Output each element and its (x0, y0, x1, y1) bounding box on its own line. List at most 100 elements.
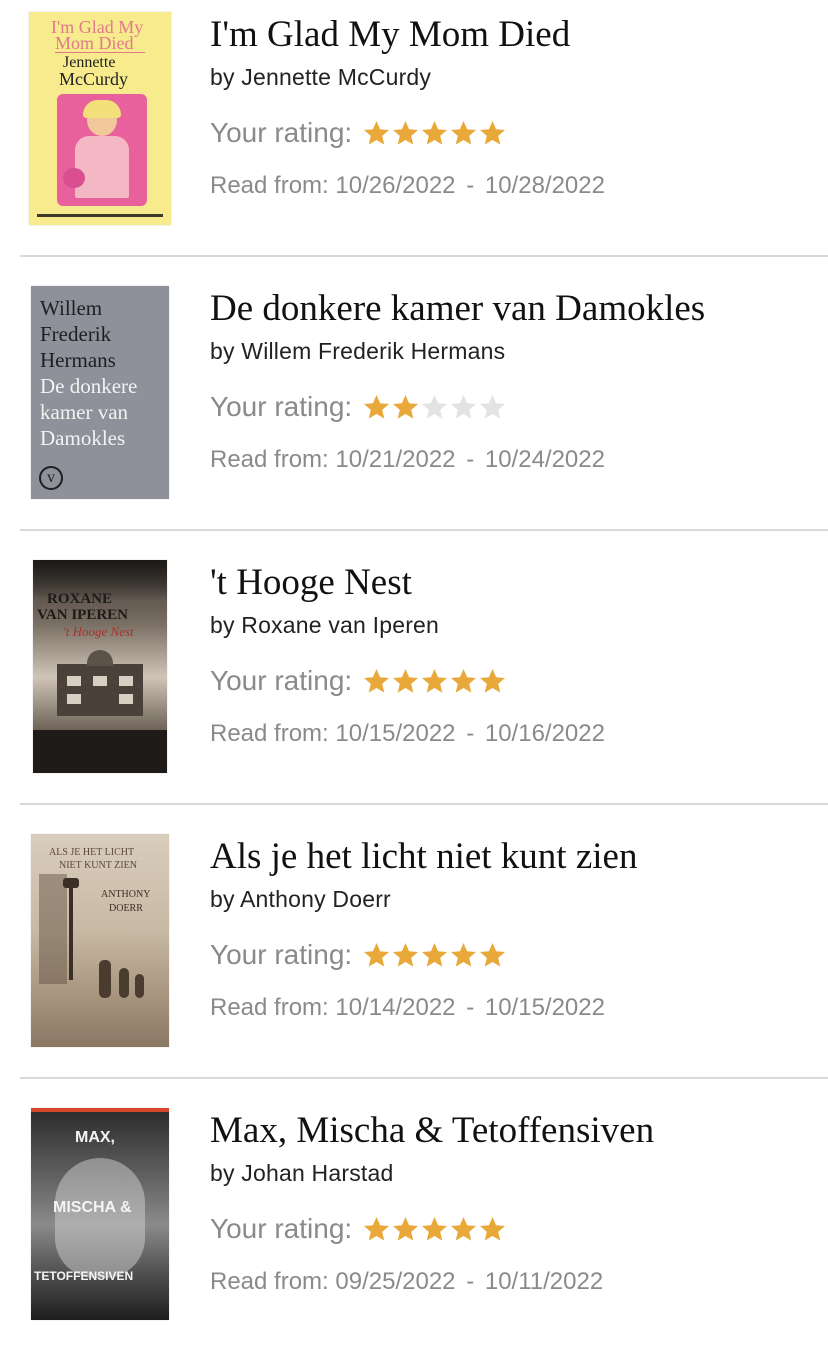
rating-row: Your rating: (210, 393, 507, 421)
read-end-date: 10/11/2022 (484, 1268, 604, 1295)
book-row[interactable]: ROXANE VAN IPEREN 't Hooge Nest 't Hooge… (0, 548, 828, 822)
rating-label: Your rating: (210, 665, 353, 696)
star-filled-icon[interactable] (478, 1215, 507, 1243)
star-filled-icon[interactable] (449, 941, 478, 969)
star-filled-icon[interactable] (449, 1215, 478, 1243)
rating-row: Your rating: (210, 119, 507, 147)
star-filled-icon[interactable] (362, 119, 391, 147)
cover-author-text: ANTHONY (101, 889, 151, 900)
cover-author-text: McCurdy (59, 69, 128, 89)
star-filled-icon[interactable] (391, 119, 420, 147)
star-filled-icon[interactable] (362, 667, 391, 695)
rating-row: Your rating: (210, 667, 507, 695)
rating-label: Your rating: (210, 117, 353, 148)
star-empty-icon[interactable] (420, 393, 449, 421)
read-dates: Read from: 10/21/2022 - 10/24/2022 (210, 448, 605, 472)
book-cover[interactable]: ALS JE HET LICHT NIET KUNT ZIEN ANTHONY … (31, 834, 169, 1047)
read-start-date: 09/25/2022 (335, 1268, 456, 1295)
cover-author-text: Frederik (40, 322, 112, 346)
date-separator: - (466, 172, 475, 199)
book-row[interactable]: MAX, MISCHA & TETOFFENSIVEN Max, Mischa … (0, 1096, 828, 1370)
read-dates: Read from: 10/14/2022 - 10/15/2022 (210, 996, 605, 1020)
read-end-date: 10/15/2022 (484, 994, 605, 1021)
star-filled-icon[interactable] (391, 667, 420, 695)
cover-house (57, 650, 143, 716)
book-author[interactable]: by Johan Harstad (210, 1162, 393, 1185)
star-filled-icon[interactable] (362, 1215, 391, 1243)
star-filled-icon[interactable] (391, 393, 420, 421)
rating-label: Your rating: (210, 1213, 353, 1244)
rating-row: Your rating: (210, 941, 507, 969)
date-separator: - (466, 720, 475, 747)
star-rating[interactable] (362, 667, 507, 695)
read-dates: Read from: 10/15/2022 - 10/16/2022 (210, 722, 605, 746)
read-label: Read from: (210, 446, 329, 473)
star-filled-icon[interactable] (362, 393, 391, 421)
read-label: Read from: (210, 720, 329, 747)
book-cover[interactable]: I'm Glad My Mom Died Jennette McCurdy (29, 12, 171, 225)
star-filled-icon[interactable] (478, 119, 507, 147)
star-filled-icon[interactable] (420, 1215, 449, 1243)
book-title[interactable]: Max, Mischa & Tetoffensiven (210, 1112, 654, 1149)
read-start-date: 10/21/2022 (335, 446, 456, 473)
star-filled-icon[interactable] (420, 119, 449, 147)
book-row[interactable]: ALS JE HET LICHT NIET KUNT ZIEN ANTHONY … (0, 822, 828, 1096)
book-author[interactable]: by Willem Frederik Hermans (210, 340, 505, 363)
divider (20, 1077, 828, 1079)
book-author[interactable]: by Jennette McCurdy (210, 66, 431, 89)
star-empty-icon[interactable] (478, 393, 507, 421)
book-row[interactable]: Willem Frederik Hermans De donkere kamer… (0, 274, 828, 548)
star-empty-icon[interactable] (449, 393, 478, 421)
date-separator: - (466, 1268, 475, 1295)
book-cover[interactable]: Willem Frederik Hermans De donkere kamer… (31, 286, 169, 499)
cover-title-text: Mom Died (55, 33, 134, 53)
star-filled-icon[interactable] (362, 941, 391, 969)
star-rating[interactable] (362, 393, 507, 421)
read-start-date: 10/15/2022 (335, 720, 456, 747)
cover-title-text: NIET KUNT ZIEN (59, 860, 137, 871)
star-rating[interactable] (362, 119, 507, 147)
rating-label: Your rating: (210, 391, 353, 422)
book-title[interactable]: De donkere kamer van Damokles (210, 290, 705, 327)
publisher-logo-icon: v (39, 466, 63, 490)
star-rating[interactable] (362, 941, 507, 969)
star-filled-icon[interactable] (420, 667, 449, 695)
read-label: Read from: (210, 994, 329, 1021)
star-filled-icon[interactable] (478, 941, 507, 969)
date-separator: - (466, 446, 475, 473)
cover-author-text: VAN IPEREN (37, 607, 128, 623)
read-label: Read from: (210, 172, 329, 199)
read-end-date: 10/24/2022 (484, 446, 605, 473)
cover-photo (57, 94, 147, 206)
star-filled-icon[interactable] (391, 941, 420, 969)
book-title[interactable]: I'm Glad My Mom Died (210, 16, 570, 53)
read-end-date: 10/16/2022 (484, 720, 605, 747)
cover-author-text: Willem (40, 296, 103, 320)
cover-title-text: TETOFFENSIVEN (34, 1269, 134, 1283)
star-filled-icon[interactable] (478, 667, 507, 695)
book-title[interactable]: Als je het licht niet kunt zien (210, 838, 637, 875)
star-filled-icon[interactable] (420, 941, 449, 969)
read-label: Read from: (210, 1268, 329, 1295)
star-filled-icon[interactable] (449, 119, 478, 147)
divider (20, 803, 828, 805)
cover-title-text: MAX, (75, 1129, 115, 1146)
cover-author-text: DOERR (109, 903, 143, 914)
book-cover[interactable]: ROXANE VAN IPEREN 't Hooge Nest (33, 560, 167, 773)
cover-title-text: De donkere (40, 374, 138, 398)
cover-face (55, 1158, 145, 1278)
book-row[interactable]: I'm Glad My Mom Died Jennette McCurdy I'… (0, 0, 828, 274)
book-author[interactable]: by Roxane van Iperen (210, 614, 439, 637)
date-separator: - (466, 994, 475, 1021)
read-dates: Read from: 09/25/2022 - 10/11/2022 (210, 1270, 603, 1294)
book-cover[interactable]: MAX, MISCHA & TETOFFENSIVEN (31, 1108, 169, 1320)
cover-title-text: kamer van (40, 400, 129, 424)
read-dates: Read from: 10/26/2022 - 10/28/2022 (210, 174, 605, 198)
star-filled-icon[interactable] (449, 667, 478, 695)
book-title[interactable]: 't Hooge Nest (210, 564, 412, 601)
book-author[interactable]: by Anthony Doerr (210, 888, 391, 911)
cover-author-text: ROXANE (47, 591, 113, 607)
star-filled-icon[interactable] (391, 1215, 420, 1243)
read-start-date: 10/26/2022 (335, 172, 456, 199)
star-rating[interactable] (362, 1215, 507, 1243)
